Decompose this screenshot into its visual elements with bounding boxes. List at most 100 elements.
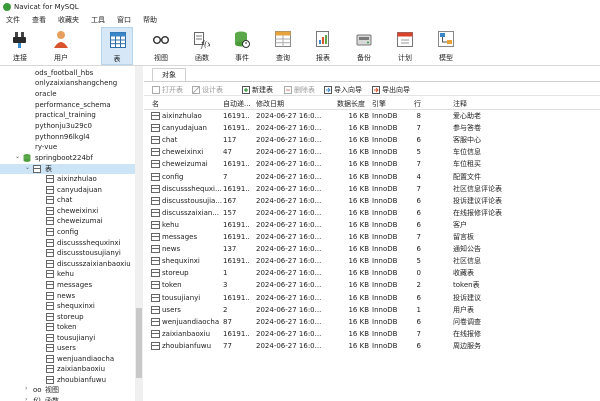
table-icon <box>46 334 54 342</box>
cell-engine: InnoDB <box>372 293 398 302</box>
table-icon <box>46 355 54 363</box>
scrollbar-thumb[interactable] <box>136 308 142 378</box>
cell-comment: 收藏表 <box>453 269 474 278</box>
cell-comment: 爱心助老 <box>453 112 481 120</box>
table-row[interactable]: messages 16191... 2024-06-27 16:0... 16 KB I… <box>144 231 600 243</box>
table-icon <box>46 249 54 257</box>
cell-comment: 在线报修评论表 <box>453 208 502 217</box>
table-row[interactable]: config 7 2024-06-27 16:0... 16 KB InnoDB 4 配置文… <box>144 171 600 183</box>
cell-engine: InnoDB <box>372 196 398 205</box>
cell-comment: 在线报修 <box>453 329 481 338</box>
table-row[interactable]: canyudajuan 16191... 2024-06-27 16:0... 16 … <box>144 122 600 134</box>
cell-engine: InnoDB <box>372 257 398 266</box>
table-row[interactable]: shequxinxi 16191... 2024-06-27 16:0... 16 K… <box>144 255 600 267</box>
toolbar-event-button[interactable]: 事件 <box>226 27 258 65</box>
toolbar-schedule-button[interactable]: 计划 <box>389 27 421 65</box>
table-icon <box>46 207 54 215</box>
menu-tools[interactable]: 工具 <box>85 15 111 25</box>
toolbar-query-button[interactable]: 查询 <box>267 27 299 65</box>
chevron-down-icon[interactable]: ⌄ <box>15 153 21 160</box>
cell-rows: 6 <box>416 220 421 229</box>
table-row[interactable]: token 3 2024-06-27 16:0... 16 KB InnoDB 2 toke… <box>144 279 600 291</box>
database-clock-icon <box>235 31 250 48</box>
menu-favorites[interactable]: 收藏夹 <box>52 15 85 25</box>
toolbar-backup-button[interactable]: 备份 <box>348 27 380 65</box>
menu-window[interactable]: 窗口 <box>111 15 137 25</box>
cell-modified-date: 2024-06-27 16:0... <box>256 160 322 169</box>
table-row[interactable]: kehu 16191... 2024-06-27 16:0... 16 KB InnoD… <box>144 219 600 231</box>
column-header-name[interactable]: 名 <box>152 99 159 109</box>
menu-file[interactable]: 文件 <box>0 15 26 25</box>
table-icon <box>151 329 160 338</box>
table-row[interactable]: chat 117 2024-06-27 16:0... 16 KB InnoDB 6 客服中… <box>144 134 600 146</box>
cell-auto-increment: 137 <box>223 245 237 254</box>
column-header-data-length[interactable]: 数据长度 <box>337 99 365 109</box>
cell-comment: 配置文件 <box>453 172 481 181</box>
glasses-icon <box>153 35 169 44</box>
table-row[interactable]: zhoubianfuwu 77 2024-06-27 16:0... 16 KB Inn… <box>144 340 600 352</box>
chevron-right-icon[interactable]: › <box>25 385 31 392</box>
new-table-button[interactable]: 新建表 <box>242 85 273 95</box>
tree-open-database[interactable]: ⌄ springboot224bf <box>0 153 135 163</box>
tab-objects[interactable]: 对象 <box>152 68 186 81</box>
table-row[interactable]: discusstousujia... 167 2024-06-27 16:0... 1… <box>144 195 600 207</box>
open-table-button[interactable]: 打开表 <box>152 85 183 95</box>
navicat-logo-icon <box>3 2 11 11</box>
toolbar-model-button[interactable]: 模型 <box>430 27 462 65</box>
cell-engine: InnoDB <box>372 245 398 254</box>
table-icon <box>151 317 160 326</box>
toolbar-connection-button[interactable]: 连接 <box>4 27 36 65</box>
cell-name: users <box>162 305 181 314</box>
column-header-rows[interactable]: 行 <box>414 99 421 109</box>
cell-rows: 6 <box>416 317 421 326</box>
toolbar-user-button[interactable]: 用户 <box>45 27 77 65</box>
cell-rows: 7 <box>416 329 421 338</box>
export-wizard-button[interactable]: 导出向导 <box>372 85 410 95</box>
menu-help[interactable]: 帮助 <box>137 15 163 25</box>
user-icon <box>54 31 68 48</box>
column-header-comment[interactable]: 注释 <box>453 99 467 109</box>
table-row[interactable]: cheweizumai 16191... 2024-06-27 16:0... 16 … <box>144 158 600 170</box>
table-row[interactable]: tousujianyi 16191... 2024-06-27 16:0... 16 … <box>144 292 600 304</box>
cell-rows: 6 <box>416 196 421 205</box>
table-icon <box>46 313 54 321</box>
cell-data-length: 16 KB <box>348 293 369 302</box>
cell-auto-increment: 157 <box>223 208 237 217</box>
table-row[interactable]: aixinzhulao 16191... 2024-06-27 16:0... 16 … <box>144 110 600 122</box>
table-row[interactable]: discusszaixian... 157 2024-06-27 16:0... 16… <box>144 207 600 219</box>
cell-data-length: 16 KB <box>348 341 369 350</box>
column-header-auto-increment[interactable]: 自动递... <box>223 99 251 109</box>
table-row[interactable]: cheweixinxi 47 2024-06-27 16:0... 16 KB Inno… <box>144 146 600 158</box>
cell-modified-date: 2024-06-27 16:0... <box>256 136 322 145</box>
table-row[interactable]: wenjuandiaocha 87 2024-06-27 16:0... 16 KB I… <box>144 316 600 328</box>
toolbar-table-button[interactable]: 表 <box>101 27 133 65</box>
cell-comment: 通知公告 <box>453 245 481 254</box>
delete-table-button[interactable]: 删除表 <box>284 85 315 95</box>
sidebar-scrollbar[interactable] <box>135 66 143 401</box>
cell-engine: InnoDB <box>372 233 398 241</box>
toolbar-function-button[interactable]: f(x) 函数 <box>186 27 218 65</box>
column-header-engine[interactable]: 引擎 <box>372 99 386 109</box>
cell-rows: 8 <box>416 112 421 120</box>
cell-name: token <box>162 281 182 290</box>
toolbar-report-button[interactable]: 报表 <box>307 27 339 65</box>
cell-modified-date: 2024-06-27 16:0... <box>256 172 322 181</box>
chevron-down-icon[interactable]: ⌄ <box>25 164 31 171</box>
table-icon <box>46 228 54 236</box>
table-row[interactable]: discussshequxi... 16191... 2024-06-27 16:0… <box>144 183 600 195</box>
table-row[interactable]: news 137 2024-06-27 16:0... 16 KB InnoDB 6 通知公… <box>144 243 600 255</box>
cell-name: cheweixinxi <box>162 148 204 157</box>
menu-view[interactable]: 查看 <box>26 15 52 25</box>
table-row[interactable]: users 2 2024-06-27 16:0... 16 KB InnoDB 1 用户表 <box>144 304 600 316</box>
import-wizard-button[interactable]: 导入向导 <box>324 85 362 95</box>
table-row[interactable]: storeup 1 2024-06-27 16:0... 16 KB InnoDB 0 收藏… <box>144 267 600 279</box>
tree-tables-node[interactable]: ⌄ 表 <box>0 164 135 174</box>
chevron-right-icon[interactable]: › <box>25 396 31 401</box>
toolbar-view-button[interactable]: 视图 <box>145 27 177 65</box>
cell-comment: 留言板 <box>453 233 474 241</box>
design-table-button[interactable]: 设计表 <box>192 85 223 95</box>
svg-text:f(x): f(x) <box>200 40 210 49</box>
calendar-icon <box>397 32 413 47</box>
table-row[interactable]: zaixianbaoxiu 16191... 2024-06-27 16:0... 1… <box>144 328 600 340</box>
column-header-modified-date[interactable]: 修改日期 <box>256 99 284 109</box>
